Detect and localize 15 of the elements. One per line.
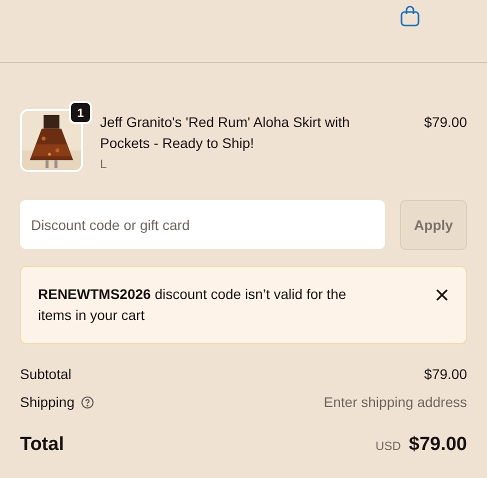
error-message: RENEWTMS2026 discount code isn’t valid for the items in your cart: [38, 285, 348, 325]
summary-value: Enter shipping address: [324, 393, 467, 412]
close-icon[interactable]: [436, 289, 448, 301]
help-icon[interactable]: [80, 396, 94, 409]
product-title: Jeff Granito's 'Red Rum' Aloha Skirt with Pockets - Ready to Ship!: [100, 113, 351, 153]
summary-value: $79.00: [424, 365, 467, 384]
total-amount: $79.00: [408, 433, 467, 457]
summary-label: Shipping: [20, 393, 74, 412]
shopping-bag-icon[interactable]: [400, 5, 420, 27]
total-label: Total: [20, 433, 64, 457]
currency-code: USD: [376, 438, 401, 455]
product-price: $79.00: [424, 113, 467, 132]
variant-label: L: [100, 156, 108, 173]
summary-label: Subtotal: [20, 365, 72, 384]
quantity-badge: 1: [69, 101, 92, 124]
